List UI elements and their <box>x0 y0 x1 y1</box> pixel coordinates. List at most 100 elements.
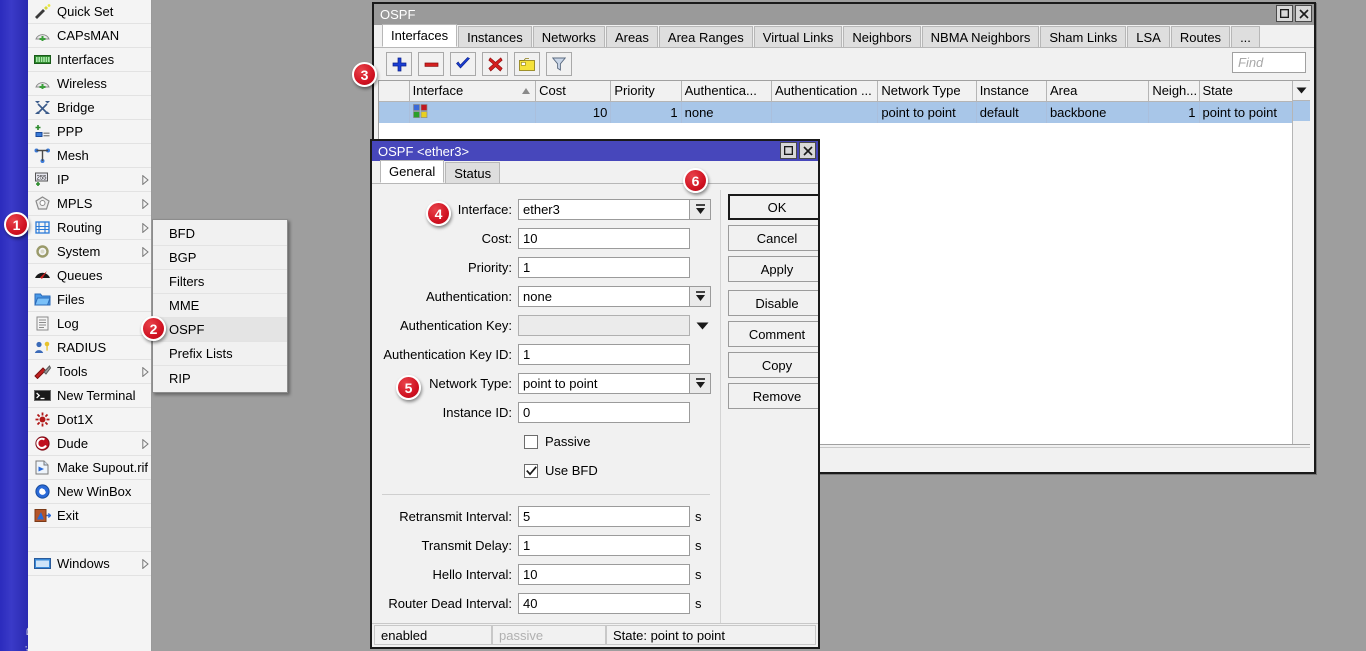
dropdown-arrow-icon-interface[interactable] <box>690 199 711 220</box>
column-header-instance[interactable]: Instance <box>976 81 1046 101</box>
remove-button[interactable]: Remove <box>728 383 818 409</box>
tab--[interactable]: ... <box>1231 26 1260 47</box>
sidebar-item-ip[interactable]: 255IP <box>28 168 151 192</box>
submenu-item-mme[interactable]: MME <box>153 294 287 318</box>
dialog-titlebar[interactable]: OSPF <ether3> <box>372 141 818 161</box>
sidebar-item-bridge[interactable]: Bridge <box>28 96 151 120</box>
sidebar-item-windows[interactable]: Windows <box>28 552 151 576</box>
column-header-interface[interactable]: Interface <box>409 81 535 101</box>
enable-button[interactable] <box>450 52 476 76</box>
filter-button[interactable] <box>546 52 572 76</box>
ospf-window-titlebar[interactable]: OSPF <box>374 4 1314 25</box>
status-state: State: point to point <box>606 625 816 645</box>
maximize-icon[interactable] <box>1276 5 1293 22</box>
column-header-authentication-[interactable]: Authentication ... <box>771 81 877 101</box>
tab-label: Instances <box>467 30 523 45</box>
sidebar-item-ppp[interactable]: PPP <box>28 120 151 144</box>
column-header-priority[interactable]: Priority <box>611 81 681 101</box>
sidebar-item-new-terminal[interactable]: New Terminal <box>28 384 151 408</box>
tab-instances[interactable]: Instances <box>458 26 532 47</box>
input-instance-id[interactable]: 0 <box>518 402 690 423</box>
close-icon[interactable] <box>1295 5 1312 22</box>
tab-interfaces[interactable]: Interfaces <box>382 24 457 47</box>
submenu-item-ospf[interactable]: OSPF <box>153 318 287 342</box>
checkbox-passive[interactable] <box>524 435 538 449</box>
submenu-item-prefix-lists[interactable]: Prefix Lists <box>153 342 287 366</box>
input-authentication-key[interactable] <box>518 315 690 336</box>
dialog-tab-status[interactable]: Status <box>445 162 500 183</box>
table-row[interactable]: 101nonepoint to pointdefaultbackbone1poi… <box>379 101 1310 123</box>
tab-area-ranges[interactable]: Area Ranges <box>659 26 753 47</box>
sidebar-item-queues[interactable]: Queues <box>28 264 151 288</box>
dialog-tab-general[interactable]: General <box>380 160 444 183</box>
checkbox-use-bfd[interactable] <box>524 464 538 478</box>
input-interface[interactable]: ether3 <box>518 199 690 220</box>
sidebar-item-files[interactable]: Files <box>28 288 151 312</box>
apply-button[interactable]: Apply <box>728 256 818 282</box>
submenu-item-bfd[interactable]: BFD <box>153 222 287 246</box>
submenu-item-rip[interactable]: RIP <box>153 366 287 390</box>
tab-routes[interactable]: Routes <box>1171 26 1230 47</box>
column-chooser[interactable] <box>1292 81 1310 444</box>
sidebar-item-exit[interactable]: Exit <box>28 504 151 528</box>
input-router-dead-interval[interactable]: 40 <box>518 593 690 614</box>
tab-virtual-links[interactable]: Virtual Links <box>754 26 843 47</box>
input-transmit-delay[interactable]: 1 <box>518 535 690 556</box>
sidebar-item-routing[interactable]: Routing <box>28 216 151 240</box>
tab-nbma-neighbors[interactable]: NBMA Neighbors <box>922 26 1040 47</box>
sidebar-item-new-winbox[interactable]: New WinBox <box>28 480 151 504</box>
chevron-down-icon[interactable] <box>1293 81 1310 101</box>
submenu-item-bgp[interactable]: BGP <box>153 246 287 270</box>
tab-areas[interactable]: Areas <box>606 26 658 47</box>
remove-button[interactable] <box>418 52 444 76</box>
input-hello-interval[interactable]: 10 <box>518 564 690 585</box>
tab-lsa[interactable]: LSA <box>1127 26 1170 47</box>
close-icon[interactable] <box>799 142 816 159</box>
input-network-type[interactable]: point to point <box>518 373 690 394</box>
tab-neighbors[interactable]: Neighbors <box>843 26 920 47</box>
sidebar-item-dude[interactable]: Dude <box>28 432 151 456</box>
copy-button[interactable]: Copy <box>728 352 818 378</box>
interval-row-hello-interval: Hello Interval:10s <box>378 560 714 589</box>
sidebar-item-capsman[interactable]: CAPsMAN <box>28 24 151 48</box>
ok-button[interactable]: OK <box>728 194 818 220</box>
disable-button[interactable] <box>482 52 508 76</box>
disable-button[interactable]: Disable <box>728 290 818 316</box>
input-retransmit-interval[interactable]: 5 <box>518 506 690 527</box>
input-priority[interactable]: 1 <box>518 257 690 278</box>
column-header-neigh-[interactable]: Neigh... <box>1149 81 1199 101</box>
cancel-button[interactable]: Cancel <box>728 225 818 251</box>
sidebar-item-log[interactable]: Log <box>28 312 151 336</box>
sidebar-item-system[interactable]: System <box>28 240 151 264</box>
column-header-area[interactable]: Area <box>1046 81 1148 101</box>
sidebar-item-interfaces[interactable]: Interfaces <box>28 48 151 72</box>
sidebar-item-mesh[interactable]: Mesh <box>28 144 151 168</box>
tab-networks[interactable]: Networks <box>533 26 605 47</box>
sidebar-item-mpls[interactable]: MPLS <box>28 192 151 216</box>
sidebar-item-quick-set[interactable]: Quick Set <box>28 0 151 24</box>
input-authentication-key-id[interactable]: 1 <box>518 344 690 365</box>
chevron-down-icon-authentication-key[interactable] <box>690 322 714 330</box>
column-header-flag[interactable] <box>379 81 409 101</box>
dropdown-arrow-icon-authentication[interactable] <box>690 286 711 307</box>
chevron-right-icon <box>139 175 151 185</box>
ok-button-label: OK <box>768 200 787 215</box>
find-input[interactable]: Find <box>1232 52 1306 73</box>
column-header-cost[interactable]: Cost <box>536 81 611 101</box>
sidebar-item-dot1x[interactable]: Dot1X <box>28 408 151 432</box>
submenu-item-filters[interactable]: Filters <box>153 270 287 294</box>
input-authentication[interactable]: none <box>518 286 690 307</box>
column-header-authentica-[interactable]: Authentica... <box>681 81 771 101</box>
tab-sham-links[interactable]: Sham Links <box>1040 26 1126 47</box>
column-header-network-type[interactable]: Network Type <box>878 81 976 101</box>
sidebar-item-make-supout-rif[interactable]: Make Supout.rif <box>28 456 151 480</box>
maximize-icon[interactable] <box>780 142 797 159</box>
sidebar-item-wireless[interactable]: Wireless <box>28 72 151 96</box>
comment-button[interactable] <box>514 52 540 76</box>
sidebar-item-radius[interactable]: RADIUS <box>28 336 151 360</box>
sidebar-item-tools[interactable]: Tools <box>28 360 151 384</box>
comment-button[interactable]: Comment <box>728 321 818 347</box>
input-cost[interactable]: 10 <box>518 228 690 249</box>
add-button[interactable] <box>386 52 412 76</box>
dropdown-arrow-icon-network-type[interactable] <box>690 373 711 394</box>
